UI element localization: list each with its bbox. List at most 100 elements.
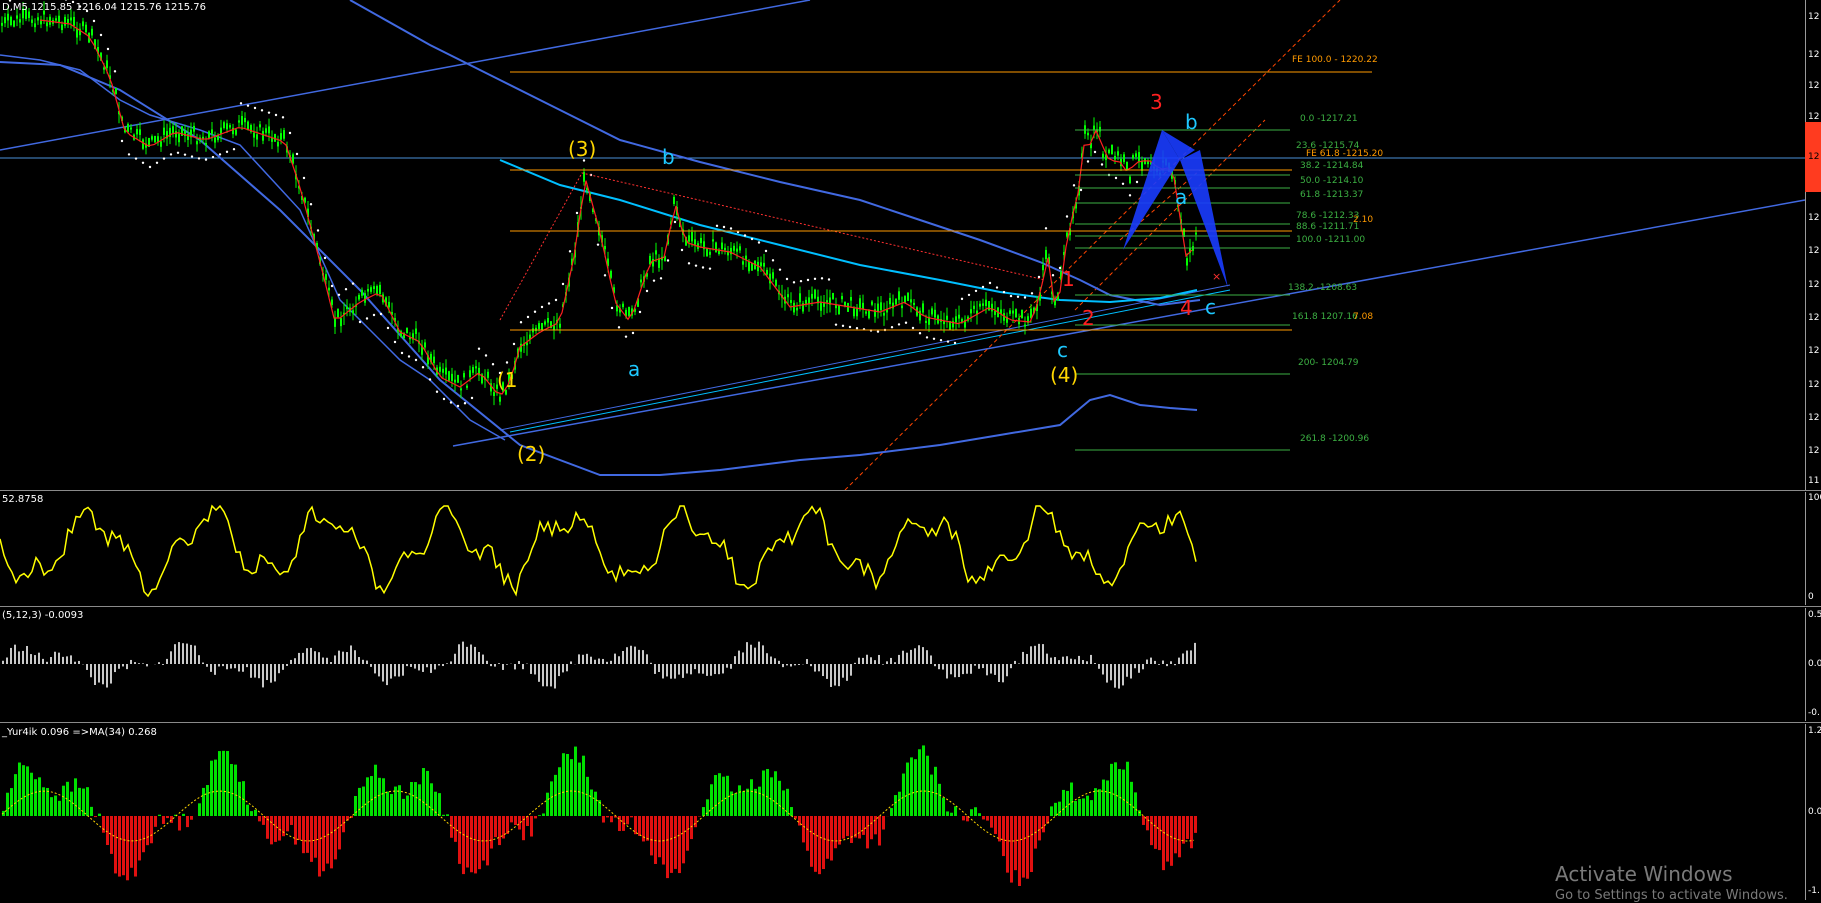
macd-bar	[486, 661, 488, 664]
parabolic-sar-dot	[436, 391, 438, 393]
moving-average-red	[40, 20, 1192, 394]
price-candle-body	[370, 287, 372, 292]
histogram-bar	[682, 816, 685, 863]
price-candle-body	[337, 309, 339, 318]
price-candle-body	[901, 306, 903, 309]
macd-bar	[746, 642, 748, 664]
parabolic-sar-dot	[100, 34, 102, 36]
parabolic-sar-dot	[1038, 276, 1040, 278]
histogram-bar	[1010, 816, 1013, 883]
parabolic-sar-dot	[996, 286, 998, 288]
price-candle-body	[1021, 310, 1023, 318]
macd-bar	[326, 658, 328, 664]
oscillator-pane[interactable]: 52.8758 100 0	[0, 492, 1821, 605]
price-candle-body	[1195, 233, 1197, 235]
price-candle-body	[838, 305, 840, 314]
price-candle-body	[439, 367, 441, 372]
macd-bar	[1126, 664, 1128, 677]
macd-bar	[102, 664, 104, 684]
histogram-bar	[922, 745, 925, 816]
histogram-bar	[414, 782, 417, 816]
macd-bar	[70, 655, 72, 664]
harmonic-pattern-leg	[1123, 130, 1180, 250]
parabolic-sar-dot	[891, 326, 893, 328]
oscillator-canvas[interactable]	[0, 492, 1821, 605]
macd-bar	[858, 658, 860, 664]
oscillator-axis[interactable]	[1805, 492, 1821, 605]
macd-bar	[106, 664, 108, 688]
macd-bar	[1110, 664, 1112, 680]
macd-bar	[842, 664, 844, 678]
macd-bar	[946, 664, 948, 678]
macd-bar	[298, 653, 300, 664]
price-candle-body	[1024, 325, 1026, 327]
macd-bar	[1190, 650, 1192, 664]
pane-separator[interactable]	[0, 606, 1821, 607]
macd-bar	[706, 664, 708, 676]
histogram-bar	[330, 816, 333, 868]
histogram-bar	[302, 816, 305, 853]
macd-bar	[894, 662, 896, 664]
macd-bar	[738, 651, 740, 664]
price-candle-body	[283, 130, 285, 139]
macd-bar	[898, 655, 900, 664]
histogram-bar	[826, 816, 829, 859]
macd-bar	[190, 645, 192, 664]
histogram-canvas[interactable]	[0, 724, 1821, 900]
histogram-bar	[78, 788, 81, 816]
parabolic-sar-dot	[415, 359, 417, 361]
macd-bar	[374, 664, 376, 673]
macd-bar	[270, 664, 272, 683]
price-candle-body	[433, 357, 435, 364]
price-candle-body	[721, 243, 723, 249]
macd-bar	[86, 664, 88, 670]
price-tick-label: 12	[1808, 313, 1819, 323]
histogram-bar	[758, 787, 761, 816]
histogram-bar	[914, 759, 917, 816]
parabolic-sar-dot	[282, 116, 284, 118]
parabolic-sar-dot	[506, 361, 508, 363]
macd-bar	[742, 652, 744, 664]
macd-pane[interactable]: (5,12,3) -0.0093 0.5 0.0 -0.	[0, 608, 1821, 721]
histogram-tick-bottom: -1.	[1808, 886, 1820, 896]
macd-bar	[6, 657, 8, 664]
price-candle-body	[217, 135, 219, 140]
histogram-bar	[822, 816, 825, 869]
histogram-bar	[402, 799, 405, 816]
macd-bar	[274, 664, 276, 681]
macd-bar	[590, 657, 592, 664]
histogram-bar	[942, 798, 945, 816]
macd-bar	[730, 664, 732, 669]
histogram-bar	[222, 751, 225, 816]
macd-bar	[762, 645, 764, 664]
parabolic-sar-dot	[534, 311, 536, 313]
oscillator-line	[0, 506, 1196, 596]
parabolic-sar-dot	[723, 226, 725, 228]
macd-bar	[230, 664, 232, 669]
price-chart-pane[interactable]: × D,M5 1215.85 1216.04 1215.76 1215.76 1…	[0, 0, 1821, 490]
pane-separator[interactable]	[0, 722, 1821, 723]
histogram-bar	[390, 794, 393, 816]
parabolic-sar-dot	[513, 343, 515, 345]
histogram-bar	[214, 760, 217, 816]
histogram-pane[interactable]: _Yur4ik 0.096 =>MA(34) 0.268 1.2 0.0 -1.	[0, 724, 1821, 900]
parabolic-sar-dot	[219, 153, 221, 155]
macd-bar	[210, 664, 212, 672]
macd-bar	[950, 664, 952, 674]
histogram-bar	[354, 796, 357, 816]
parabolic-sar-dot	[464, 402, 466, 404]
histogram-bar	[610, 816, 613, 822]
parabolic-sar-dot	[422, 366, 424, 368]
price-candle-body	[454, 380, 456, 383]
histogram-bar	[462, 816, 465, 874]
histogram-bar	[974, 807, 977, 816]
macd-bar	[382, 664, 384, 682]
histogram-bar	[166, 816, 169, 818]
pane-separator[interactable]	[0, 490, 1821, 491]
macd-canvas[interactable]	[0, 608, 1821, 721]
price-candle-body	[451, 374, 453, 381]
price-candle-body	[379, 285, 381, 294]
price-chart-canvas[interactable]: ×	[0, 0, 1821, 490]
macd-bar	[78, 661, 80, 664]
fibonacci-level-label: 161.8 1207.16	[1292, 312, 1358, 322]
